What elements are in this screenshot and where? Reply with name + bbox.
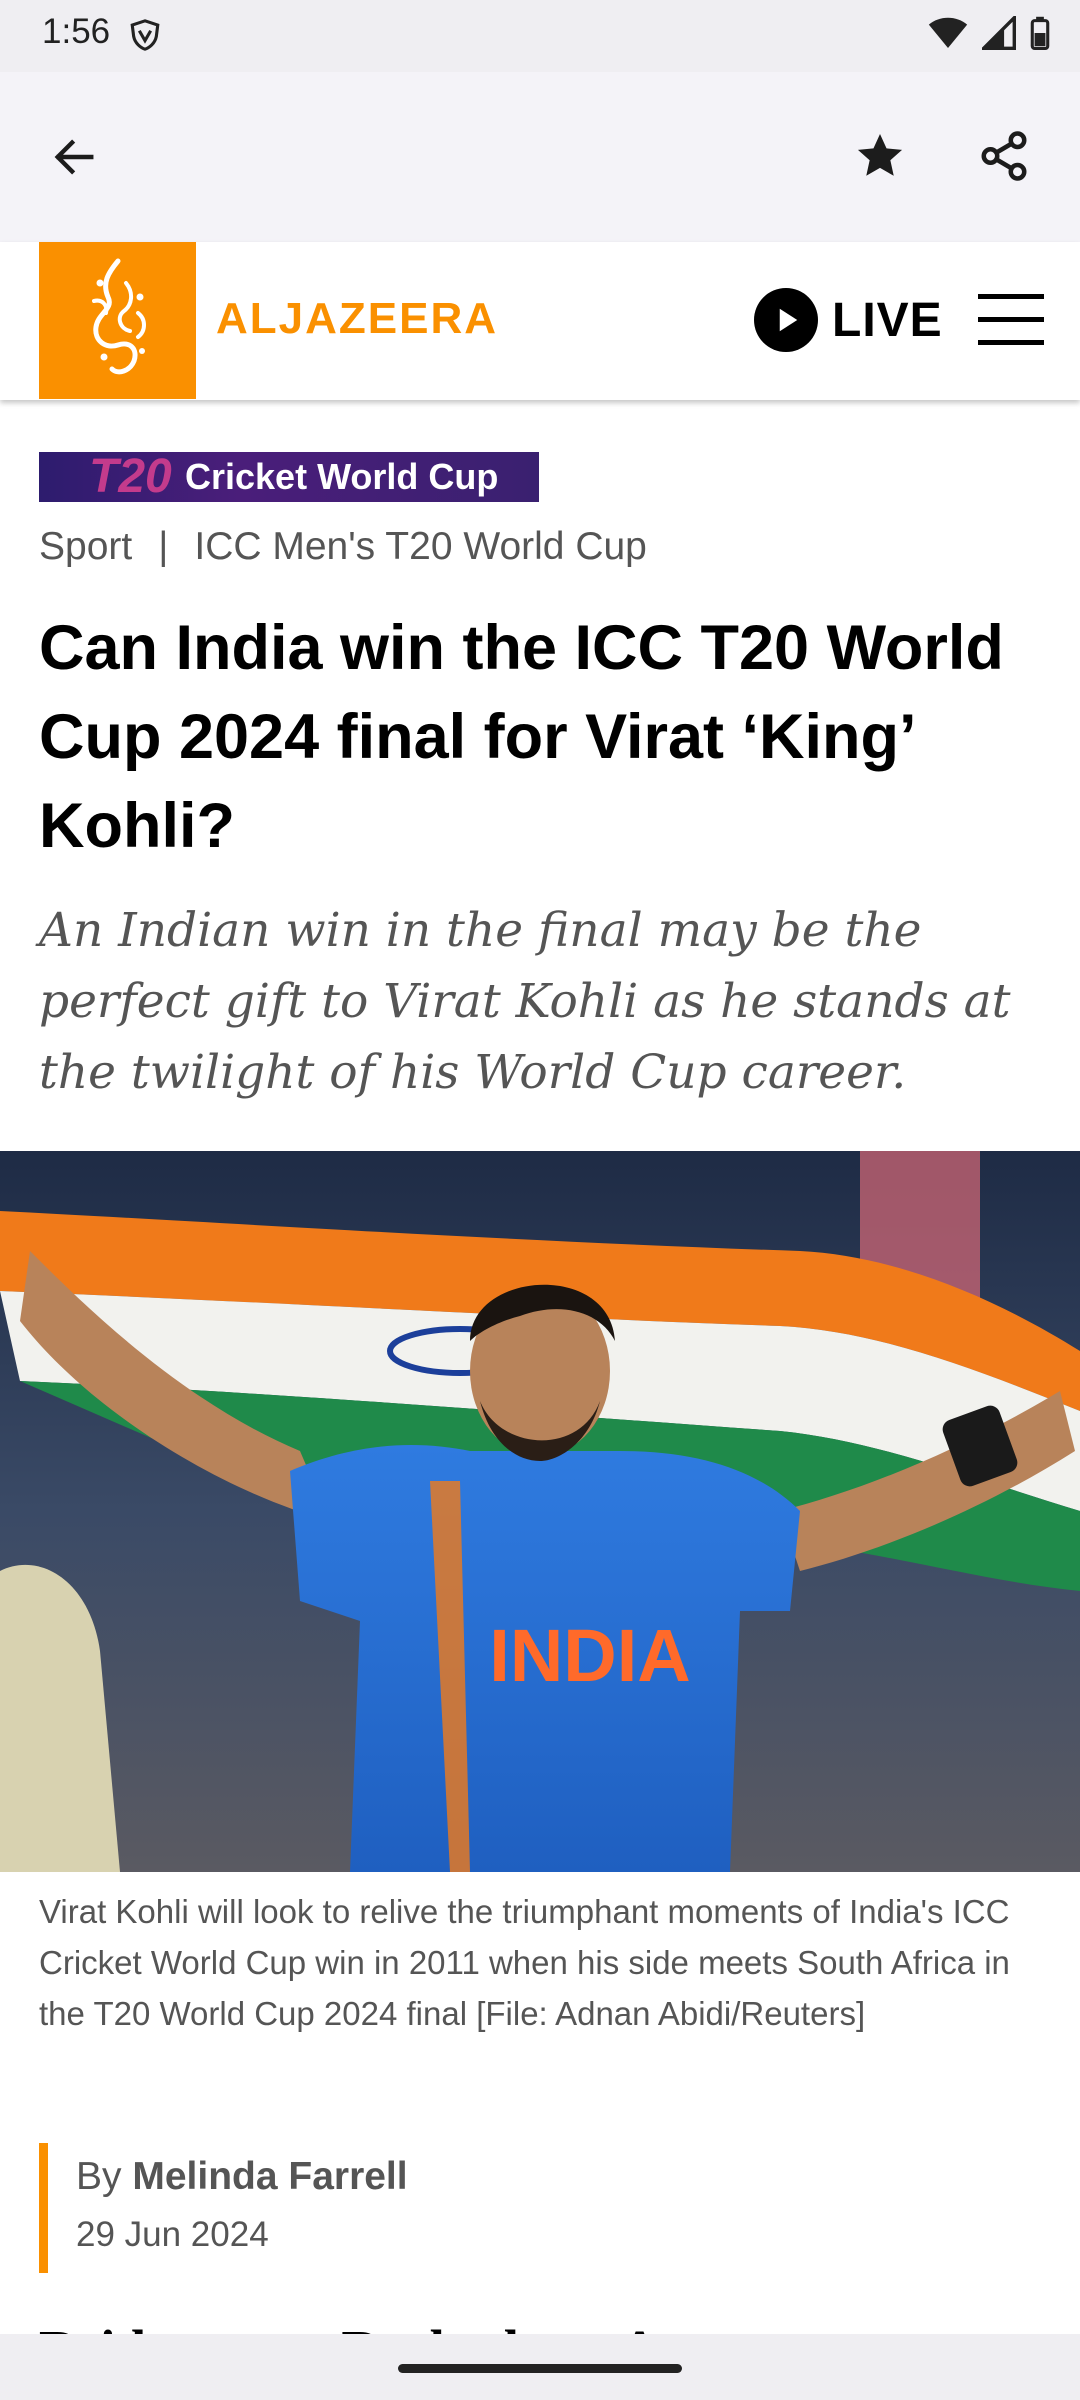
- byline: By Melinda Farrell 29 Jun 2024: [39, 2143, 408, 2273]
- hamburger-menu-icon[interactable]: [978, 294, 1044, 346]
- back-button[interactable]: [42, 127, 106, 191]
- image-caption: Virat Kohli will look to relive the triu…: [39, 1893, 1010, 2032]
- live-button[interactable]: LIVE: [754, 288, 943, 352]
- hero-image: INDIA: [0, 1151, 1080, 1872]
- t20-mark: T20: [89, 452, 172, 502]
- breadcrumb: Sport | ICC Men's T20 World Cup: [39, 525, 647, 569]
- app-toolbar: [0, 72, 1080, 242]
- jersey-india-text: INDIA: [489, 1614, 690, 1697]
- wifi-icon: [928, 16, 968, 55]
- vpn-shield-icon: [128, 18, 162, 57]
- status-bar: 1:56: [0, 0, 1080, 72]
- cell-signal-icon: [979, 13, 1016, 55]
- status-icons: [928, 13, 1050, 55]
- site-header: ALJAZEERA LIVE: [0, 242, 1080, 400]
- live-label: LIVE: [832, 293, 943, 347]
- share-icon: [977, 129, 1031, 188]
- system-navigation-bar: [0, 2334, 1080, 2400]
- article-headline: Can India win the ICC T20 World Cup 2024…: [39, 613, 1004, 861]
- arrow-left-icon: [51, 134, 97, 185]
- byline-author-line: By Melinda Farrell: [76, 2155, 408, 2199]
- calligraphy-logo-icon: [68, 253, 168, 388]
- star-icon: [853, 129, 907, 188]
- publish-date: 29 Jun 2024: [76, 2215, 269, 2254]
- home-gesture-handle[interactable]: [398, 2364, 682, 2373]
- byline-prefix: By: [76, 2155, 122, 2198]
- article-standfirst: An Indian win in the final may be the pe…: [39, 903, 1011, 1100]
- aljazeera-logo[interactable]: [39, 242, 196, 399]
- breadcrumb-separator: |: [158, 525, 169, 568]
- battery-icon: [1030, 16, 1050, 55]
- breadcrumb-topic-link[interactable]: ICC Men's T20 World Cup: [194, 525, 647, 568]
- share-button[interactable]: [970, 124, 1038, 192]
- cricket-world-cup-banner[interactable]: T20 Cricket World Cup: [39, 452, 539, 502]
- banner-label: Cricket World Cup: [185, 456, 499, 497]
- status-time: 1:56: [42, 12, 111, 51]
- brand-wordmark[interactable]: ALJAZEERA: [216, 294, 498, 344]
- play-icon: [754, 288, 818, 352]
- author-link[interactable]: Melinda Farrell: [132, 2155, 407, 2198]
- breadcrumb-section-link[interactable]: Sport: [39, 525, 132, 568]
- bookmark-button[interactable]: [846, 124, 914, 192]
